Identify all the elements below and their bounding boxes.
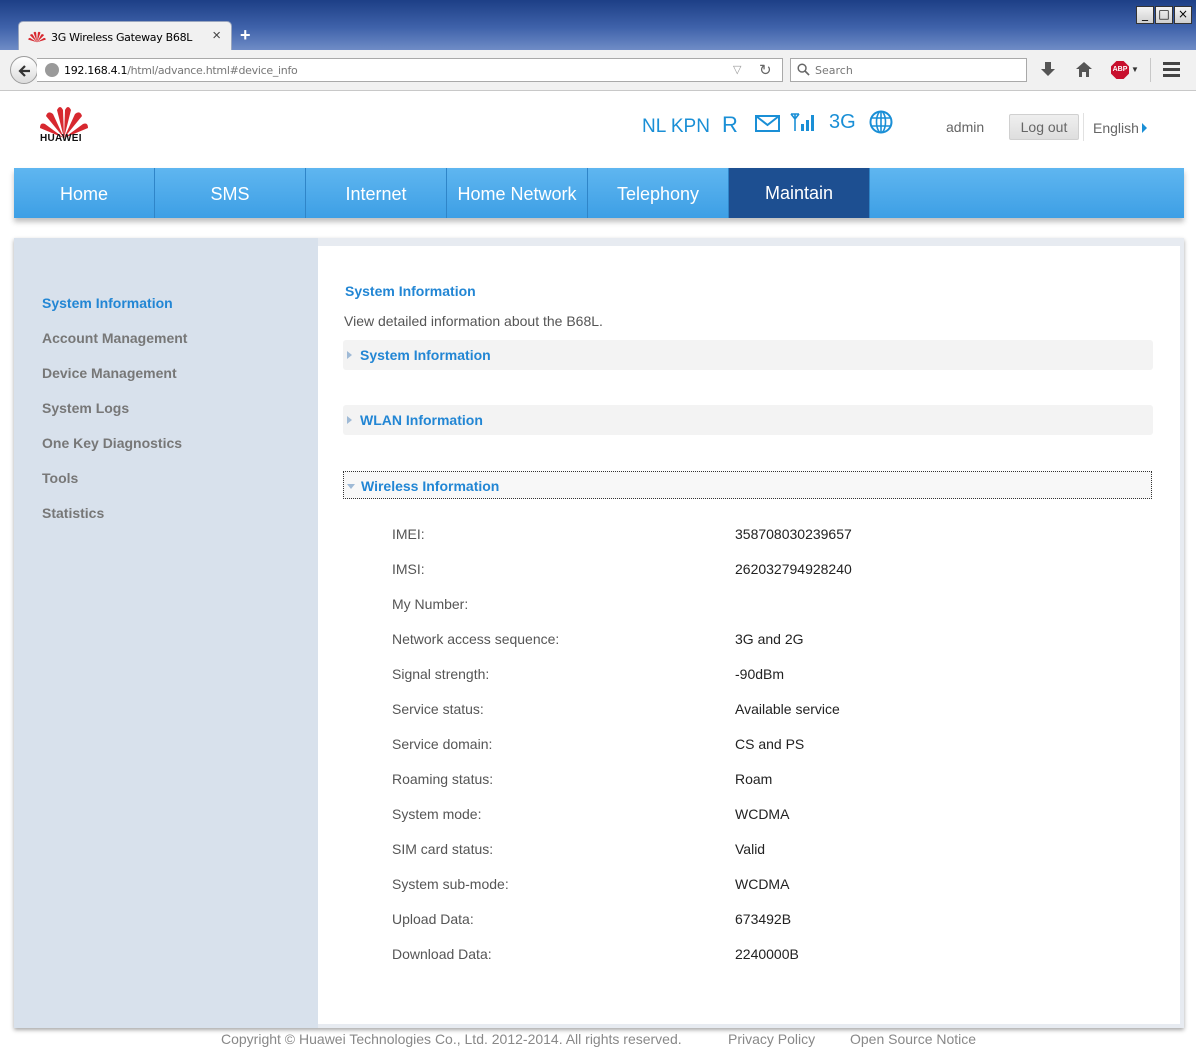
sidebar-item-account-management[interactable]: Account Management — [42, 330, 187, 346]
info-label-service-domain: Service domain: — [392, 736, 493, 752]
info-value-service-status: Available service — [735, 701, 840, 717]
logout-button[interactable]: Log out — [1009, 114, 1079, 140]
info-label-sim-card-status: SIM card status: — [392, 841, 494, 857]
menu-home[interactable]: Home — [14, 168, 155, 218]
tab-close-icon[interactable]: × — [212, 27, 221, 44]
sidebar-item-tools[interactable]: Tools — [42, 470, 78, 486]
new-tab-icon[interactable]: + — [240, 25, 251, 46]
window-controls: _ □ × — [1136, 6, 1192, 24]
accordion-label: Wireless Information — [361, 478, 500, 494]
roaming-indicator: R — [722, 112, 738, 137]
url-history-dropdown-icon[interactable]: ▽ — [733, 63, 741, 76]
info-value-upload-data: 673492B — [735, 911, 792, 927]
username-label: admin — [946, 119, 985, 135]
browser-tab[interactable]: 3G Wireless Gateway B68L × — [18, 21, 232, 51]
site-identity-icon[interactable] — [45, 63, 59, 77]
signal-strength-icon — [790, 113, 814, 131]
expanded-arrow-icon — [347, 484, 355, 489]
operator-name: NL KPN — [642, 116, 710, 137]
close-window-icon[interactable]: × — [1174, 6, 1192, 24]
menu-sms[interactable]: SMS — [155, 168, 306, 218]
language-arrow-icon[interactable] — [1142, 123, 1147, 133]
url-text: 192.168.4.1/html/advance.html#device_inf… — [64, 64, 298, 77]
sidebar-item-system-logs[interactable]: System Logs — [42, 400, 129, 416]
main-menu: Home SMS Internet Home Network Telephony… — [14, 168, 1184, 218]
copyright-text: Copyright © Huawei Technologies Co., Ltd… — [221, 1031, 682, 1047]
minimize-icon[interactable]: _ — [1136, 6, 1154, 24]
info-value-sim-card-status: Valid — [735, 841, 766, 857]
adblock-dropdown-icon[interactable]: ▼ — [1131, 65, 1139, 74]
info-value-system-mode: WCDMA — [735, 806, 790, 822]
accordion-label: WLAN Information — [360, 412, 483, 428]
home-icon[interactable] — [1075, 61, 1093, 78]
info-label-my-number: My Number: — [392, 596, 469, 612]
info-value-signal-strength: -90dBm — [735, 666, 785, 682]
search-bar[interactable]: Search — [790, 58, 1027, 82]
info-label-roaming-status: Roaming status: — [392, 771, 494, 787]
open-source-notice-link[interactable]: Open Source Notice — [850, 1031, 976, 1047]
sidebar-item-device-management[interactable]: Device Management — [42, 365, 177, 381]
back-button[interactable] — [10, 56, 38, 84]
browser-titlebar: _ □ × 3G Wireless Gateway B68L × + — [0, 0, 1196, 51]
sidebar-item-one-key-diagnostics[interactable]: One Key Diagnostics — [42, 435, 182, 451]
page-title: System Information — [345, 283, 476, 299]
info-label-system-mode: System mode: — [392, 806, 482, 822]
huawei-favicon-icon — [28, 31, 46, 43]
toolbar-separator — [1150, 58, 1151, 82]
language-separator — [1083, 113, 1084, 141]
url-bar[interactable]: 192.168.4.1/html/advance.html#device_inf… — [37, 58, 783, 82]
adblock-icon[interactable]: ABP — [1111, 61, 1129, 79]
collapsed-arrow-icon — [347, 416, 352, 424]
info-label-imsi: IMSI: — [392, 561, 425, 577]
sms-envelope-icon[interactable] — [755, 115, 780, 132]
maximize-icon[interactable]: □ — [1155, 6, 1173, 24]
collapsed-arrow-icon — [347, 351, 352, 359]
info-value-download-data: 2240000B — [735, 946, 799, 962]
hamburger-menu-icon[interactable] — [1163, 62, 1180, 80]
download-icon[interactable] — [1040, 61, 1056, 79]
info-value-imei: 358708030239657 — [735, 526, 852, 542]
language-selector[interactable]: English — [1093, 120, 1139, 136]
menu-internet[interactable]: Internet — [306, 168, 447, 218]
info-label-system-sub-mode: System sub-mode: — [392, 876, 509, 892]
info-label-imei: IMEI: — [392, 526, 425, 542]
accordion-label: System Information — [360, 347, 491, 363]
reload-icon[interactable]: ↻ — [759, 61, 772, 79]
internet-globe-icon — [869, 110, 893, 134]
back-arrow-icon — [18, 65, 30, 77]
info-label-network-access-sequence: Network access sequence: — [392, 631, 560, 647]
info-label-upload-data: Upload Data: — [392, 911, 474, 927]
menu-telephony[interactable]: Telephony — [588, 168, 729, 218]
info-label-download-data: Download Data: — [392, 946, 492, 962]
sidebar — [14, 238, 318, 1028]
accordion-wireless-information[interactable]: Wireless Information — [343, 471, 1152, 499]
info-label-signal-strength: Signal strength: — [392, 666, 490, 682]
browser-navbar: 192.168.4.1/html/advance.html#device_inf… — [0, 50, 1196, 91]
sidebar-item-statistics[interactable]: Statistics — [42, 505, 104, 521]
info-value-system-sub-mode: WCDMA — [735, 876, 790, 892]
info-value-imsi: 262032794928240 — [735, 561, 852, 577]
network-type: 3G — [829, 111, 856, 133]
search-placeholder: Search — [815, 64, 853, 77]
brand-name: HUAWEI — [40, 133, 82, 144]
privacy-policy-link[interactable]: Privacy Policy — [728, 1031, 815, 1047]
url-path: /html/advance.html#device_info — [127, 64, 298, 77]
url-host: 192.168.4.1 — [64, 64, 128, 77]
menu-maintain[interactable]: Maintain — [729, 168, 870, 218]
info-value-roaming-status: Roam — [735, 771, 773, 787]
menu-home-network[interactable]: Home Network — [447, 168, 588, 218]
search-icon — [797, 63, 810, 76]
info-value-network-access-sequence: 3G and 2G — [735, 631, 804, 647]
info-value-service-domain: CS and PS — [735, 736, 805, 752]
tab-title: 3G Wireless Gateway B68L — [51, 31, 193, 44]
page-description: View detailed information about the B68L… — [344, 313, 603, 329]
sidebar-item-system-information[interactable]: System Information — [42, 295, 173, 311]
info-label-service-status: Service status: — [392, 701, 484, 717]
accordion-wlan-information[interactable]: WLAN Information — [343, 405, 1153, 435]
accordion-system-information[interactable]: System Information — [343, 340, 1153, 370]
